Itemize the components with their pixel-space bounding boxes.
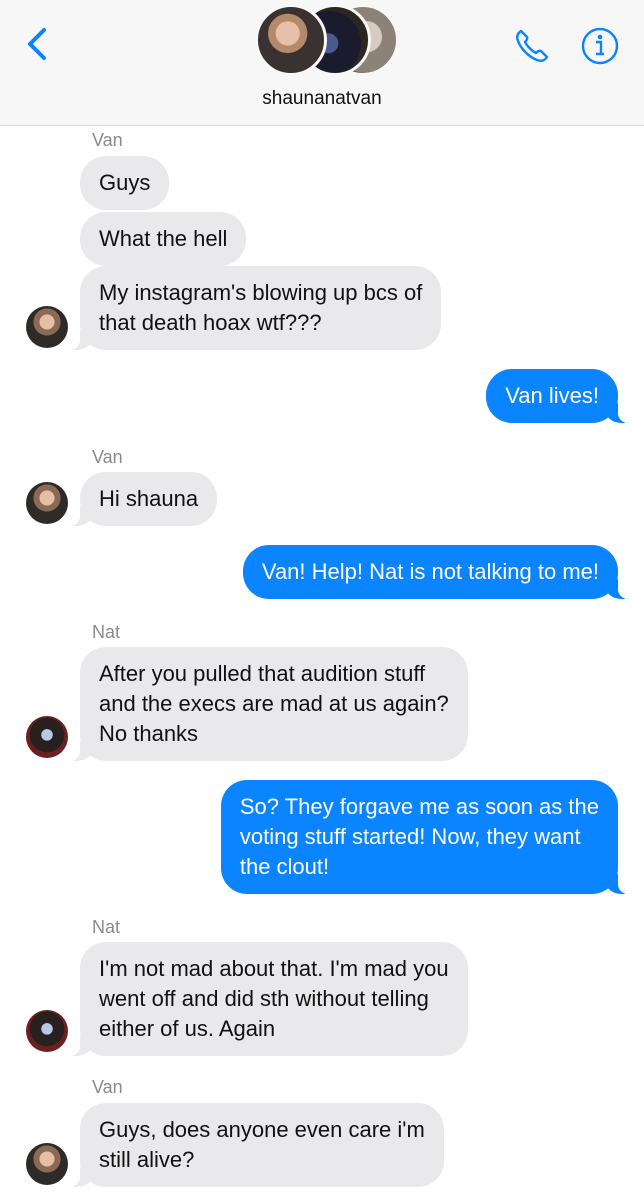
message-bubble-incoming[interactable]: Guys [80,156,170,210]
message-bubble-incoming[interactable]: My instagram's blowing up bcs of that de… [69,266,442,350]
avatar [26,1010,68,1052]
message-bubble-incoming[interactable]: I'm not mad about that. I'm mad you went… [70,942,468,1056]
sender-label: Nat [92,917,121,937]
back-chevron-icon[interactable] [22,24,52,64]
message-bubble-outgoing[interactable]: Van! Help! Nat is not talking to me! [242,545,629,599]
group-avatars[interactable] [255,4,399,76]
sender-label: Nat [92,622,121,642]
sender-label: Van [92,447,123,467]
avatar [255,4,327,76]
info-icon[interactable] [580,26,620,66]
avatar [26,482,68,524]
avatar [26,1143,68,1185]
message-bubble-incoming[interactable]: Guys, does anyone even care i'm still al… [70,1103,444,1187]
sender-label: Van [92,130,123,150]
avatar [26,716,68,758]
message-bubble-incoming[interactable]: After you pulled that audition stuff and… [70,647,468,761]
avatar [26,306,68,348]
conversation-header: shaunanatvan [0,0,644,126]
phone-icon[interactable] [512,26,552,66]
message-bubble-incoming[interactable]: What the hell [80,212,247,266]
message-bubble-outgoing[interactable]: So? They forgave me as soon as the votin… [220,780,629,894]
message-bubble-outgoing[interactable]: Van lives! [486,369,628,423]
group-name[interactable]: shaunanatvan [0,88,644,110]
message-bubble-incoming[interactable]: Hi shauna [69,472,218,526]
sender-label: Van [92,1077,123,1097]
